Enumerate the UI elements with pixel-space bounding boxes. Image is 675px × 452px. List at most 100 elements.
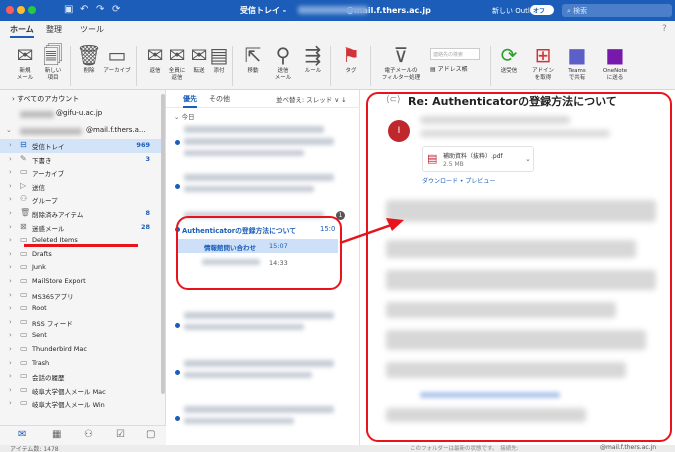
redacted-message[interactable] bbox=[184, 186, 314, 192]
folder-icon: ▭ bbox=[20, 398, 28, 408]
zoom-window-button[interactable] bbox=[28, 6, 36, 14]
save-icon[interactable]: ▣ bbox=[64, 4, 73, 15]
folder-item[interactable]: › ▭ Trash bbox=[0, 357, 166, 371]
get-addins-button[interactable]: ⊞ アドイン を取得 bbox=[526, 42, 560, 82]
chevron-right-icon[interactable]: › bbox=[9, 359, 12, 367]
outlook-window: ▣ ↶ ↷ ⟳ 受信トレイ - @mail.f.thers.ac.jp 新しい O… bbox=[0, 0, 675, 452]
chevron-right-icon[interactable]: › bbox=[9, 331, 12, 339]
archive-button[interactable]: ▭ アーカイブ bbox=[100, 42, 134, 75]
onenote-label: OneNote に送る bbox=[602, 68, 628, 81]
redacted-message[interactable] bbox=[184, 372, 312, 378]
chevron-right-icon[interactable]: › bbox=[9, 168, 12, 176]
redacted-message[interactable] bbox=[184, 324, 304, 330]
chevron-right-icon[interactable]: › bbox=[9, 372, 12, 380]
folder-item[interactable]: › ▭ MS365アプリ bbox=[0, 289, 166, 303]
sent-icon: ▷ bbox=[20, 180, 27, 190]
folder-item[interactable]: › ▭ 会話の履歴 bbox=[0, 370, 166, 384]
annotation-box-reading bbox=[366, 92, 672, 442]
tasks-icon[interactable]: ☑ bbox=[116, 429, 125, 440]
redacted-message[interactable] bbox=[184, 360, 334, 367]
notes-icon[interactable]: ▢ bbox=[146, 429, 155, 440]
tab-other[interactable]: その他 bbox=[209, 94, 230, 104]
folder-item[interactable]: › ▭ Thunderbird Mac bbox=[0, 343, 166, 357]
chevron-right-icon[interactable]: › bbox=[9, 277, 12, 285]
redacted-message[interactable] bbox=[184, 138, 334, 145]
redacted-message[interactable] bbox=[184, 406, 334, 413]
folder-icon: ▭ bbox=[20, 262, 28, 272]
tab-organize[interactable]: 整理 bbox=[46, 24, 62, 35]
chevron-right-icon[interactable]: › bbox=[9, 209, 12, 217]
calendar-icon[interactable]: ▦ bbox=[52, 429, 61, 440]
chevron-right-icon[interactable]: › bbox=[9, 386, 12, 394]
folder-item[interactable]: › ▭ 岐阜大学個人メール Win bbox=[0, 397, 166, 411]
folder-item[interactable]: › ▭ Root bbox=[0, 302, 166, 316]
onenote-button[interactable]: ■ OneNote に送る bbox=[598, 42, 632, 82]
minimize-window-button[interactable] bbox=[17, 6, 25, 14]
search-input[interactable]: ⌕ 検索 bbox=[562, 4, 672, 17]
redacted-message[interactable] bbox=[184, 126, 324, 133]
tab-tools[interactable]: ツール bbox=[80, 24, 104, 35]
redacted-message[interactable] bbox=[184, 312, 334, 319]
chevron-right-icon[interactable]: › bbox=[9, 318, 12, 326]
folder-item[interactable]: › ⚇ グループ bbox=[0, 193, 166, 207]
chevron-down-icon[interactable]: ⌄ bbox=[6, 126, 12, 134]
find-contact-input[interactable]: 連絡先の検索 bbox=[430, 48, 480, 60]
tag-button[interactable]: ⚑ タグ bbox=[334, 42, 368, 75]
folder-scrollbar[interactable] bbox=[161, 94, 165, 394]
item-count: アイテム数: 1478 bbox=[10, 446, 59, 452]
undo-icon[interactable]: ↶ bbox=[80, 4, 88, 15]
chevron-right-icon[interactable]: › bbox=[9, 399, 12, 407]
folder-item[interactable]: › ▭ アーカイブ bbox=[0, 166, 166, 180]
all-accounts[interactable]: › すべてのアカウント bbox=[12, 94, 79, 104]
chevron-right-icon[interactable]: › bbox=[9, 291, 12, 299]
redacted-message[interactable] bbox=[184, 418, 294, 424]
new-item-button[interactable]: 🗐 新しい 項目 bbox=[36, 42, 70, 82]
chevron-right-icon[interactable]: › bbox=[9, 250, 12, 258]
folder-item[interactable]: › ▷ 送信 bbox=[0, 180, 166, 194]
folder-name: Sent bbox=[32, 331, 47, 340]
redo-icon[interactable]: ↷ bbox=[96, 4, 104, 15]
help-icon[interactable]: ? bbox=[662, 24, 667, 34]
folder-item[interactable]: › ▭ RSS フィード bbox=[0, 316, 166, 330]
new-outlook-toggle[interactable]: オフ bbox=[530, 5, 554, 15]
folder-item[interactable]: › ▭ Sent bbox=[0, 329, 166, 343]
send-mail-button[interactable]: ⚲ 送信 メール bbox=[266, 42, 300, 82]
sort-button[interactable]: 並べ替え: スレッド ∨ ↓ bbox=[276, 94, 347, 104]
folder-item[interactable]: › ⊠ 迷惑メール 28 bbox=[0, 221, 166, 235]
teams-share-button[interactable]: ■ Teams で共有 bbox=[560, 42, 594, 82]
chevron-right-icon[interactable]: › bbox=[9, 304, 12, 312]
redacted-message[interactable] bbox=[184, 174, 334, 181]
redacted-message[interactable] bbox=[184, 150, 304, 156]
move-button[interactable]: ⇱ 移動 bbox=[236, 42, 270, 75]
chevron-right-icon[interactable]: › bbox=[9, 236, 12, 244]
mail-icon[interactable]: ✉ bbox=[18, 429, 26, 440]
folder-pane: › すべてのアカウント @gifu-u.ac.jp ⌄ @mail.f.ther… bbox=[0, 90, 166, 425]
ribbon-separator bbox=[70, 46, 71, 86]
account-thers[interactable]: @mail.f.thers.a... bbox=[86, 126, 146, 134]
close-window-button[interactable] bbox=[6, 6, 14, 14]
folder-item[interactable]: › ✎ 下書き 3 bbox=[0, 153, 166, 167]
people-icon[interactable]: ⚇ bbox=[84, 429, 93, 440]
address-book-button[interactable]: ▤ アドレス帳 bbox=[430, 64, 468, 73]
folder-item[interactable]: › ▭ Junk bbox=[0, 261, 166, 275]
chevron-right-icon[interactable]: › bbox=[9, 182, 12, 190]
chevron-right-icon[interactable]: › bbox=[9, 155, 12, 163]
customize-icon[interactable]: ⟳ bbox=[112, 4, 120, 15]
rules-button[interactable]: ⇶ ルール bbox=[296, 42, 330, 75]
folder-item[interactable]: › 🗑 削除済みアイテム 8 bbox=[0, 207, 166, 221]
send-receive-button[interactable]: ⟳ 送受信 bbox=[492, 42, 526, 75]
chevron-right-icon[interactable]: › bbox=[9, 141, 12, 149]
attach-button[interactable]: ▤ 添付 bbox=[202, 42, 236, 75]
chevron-right-icon[interactable]: › bbox=[9, 345, 12, 353]
chevron-right-icon[interactable]: › bbox=[9, 263, 12, 271]
folder-item[interactable]: › ▭ Drafts bbox=[0, 248, 166, 262]
account-gifu[interactable]: @gifu-u.ac.jp bbox=[56, 109, 102, 117]
tab-focused[interactable]: 優先 bbox=[183, 94, 197, 108]
folder-item[interactable]: › ⊟ 受信トレイ 969 bbox=[0, 139, 166, 153]
chevron-right-icon[interactable]: › bbox=[9, 223, 12, 231]
folder-item[interactable]: › ▭ MailStore Export bbox=[0, 275, 166, 289]
chevron-right-icon[interactable]: › bbox=[9, 195, 12, 203]
tab-home[interactable]: ホーム bbox=[10, 24, 34, 38]
filter-email-button[interactable]: ⊽ 電子メールの フィルター処理 bbox=[378, 42, 424, 82]
folder-item[interactable]: › ▭ 岐阜大学個人メール Mac bbox=[0, 384, 166, 398]
